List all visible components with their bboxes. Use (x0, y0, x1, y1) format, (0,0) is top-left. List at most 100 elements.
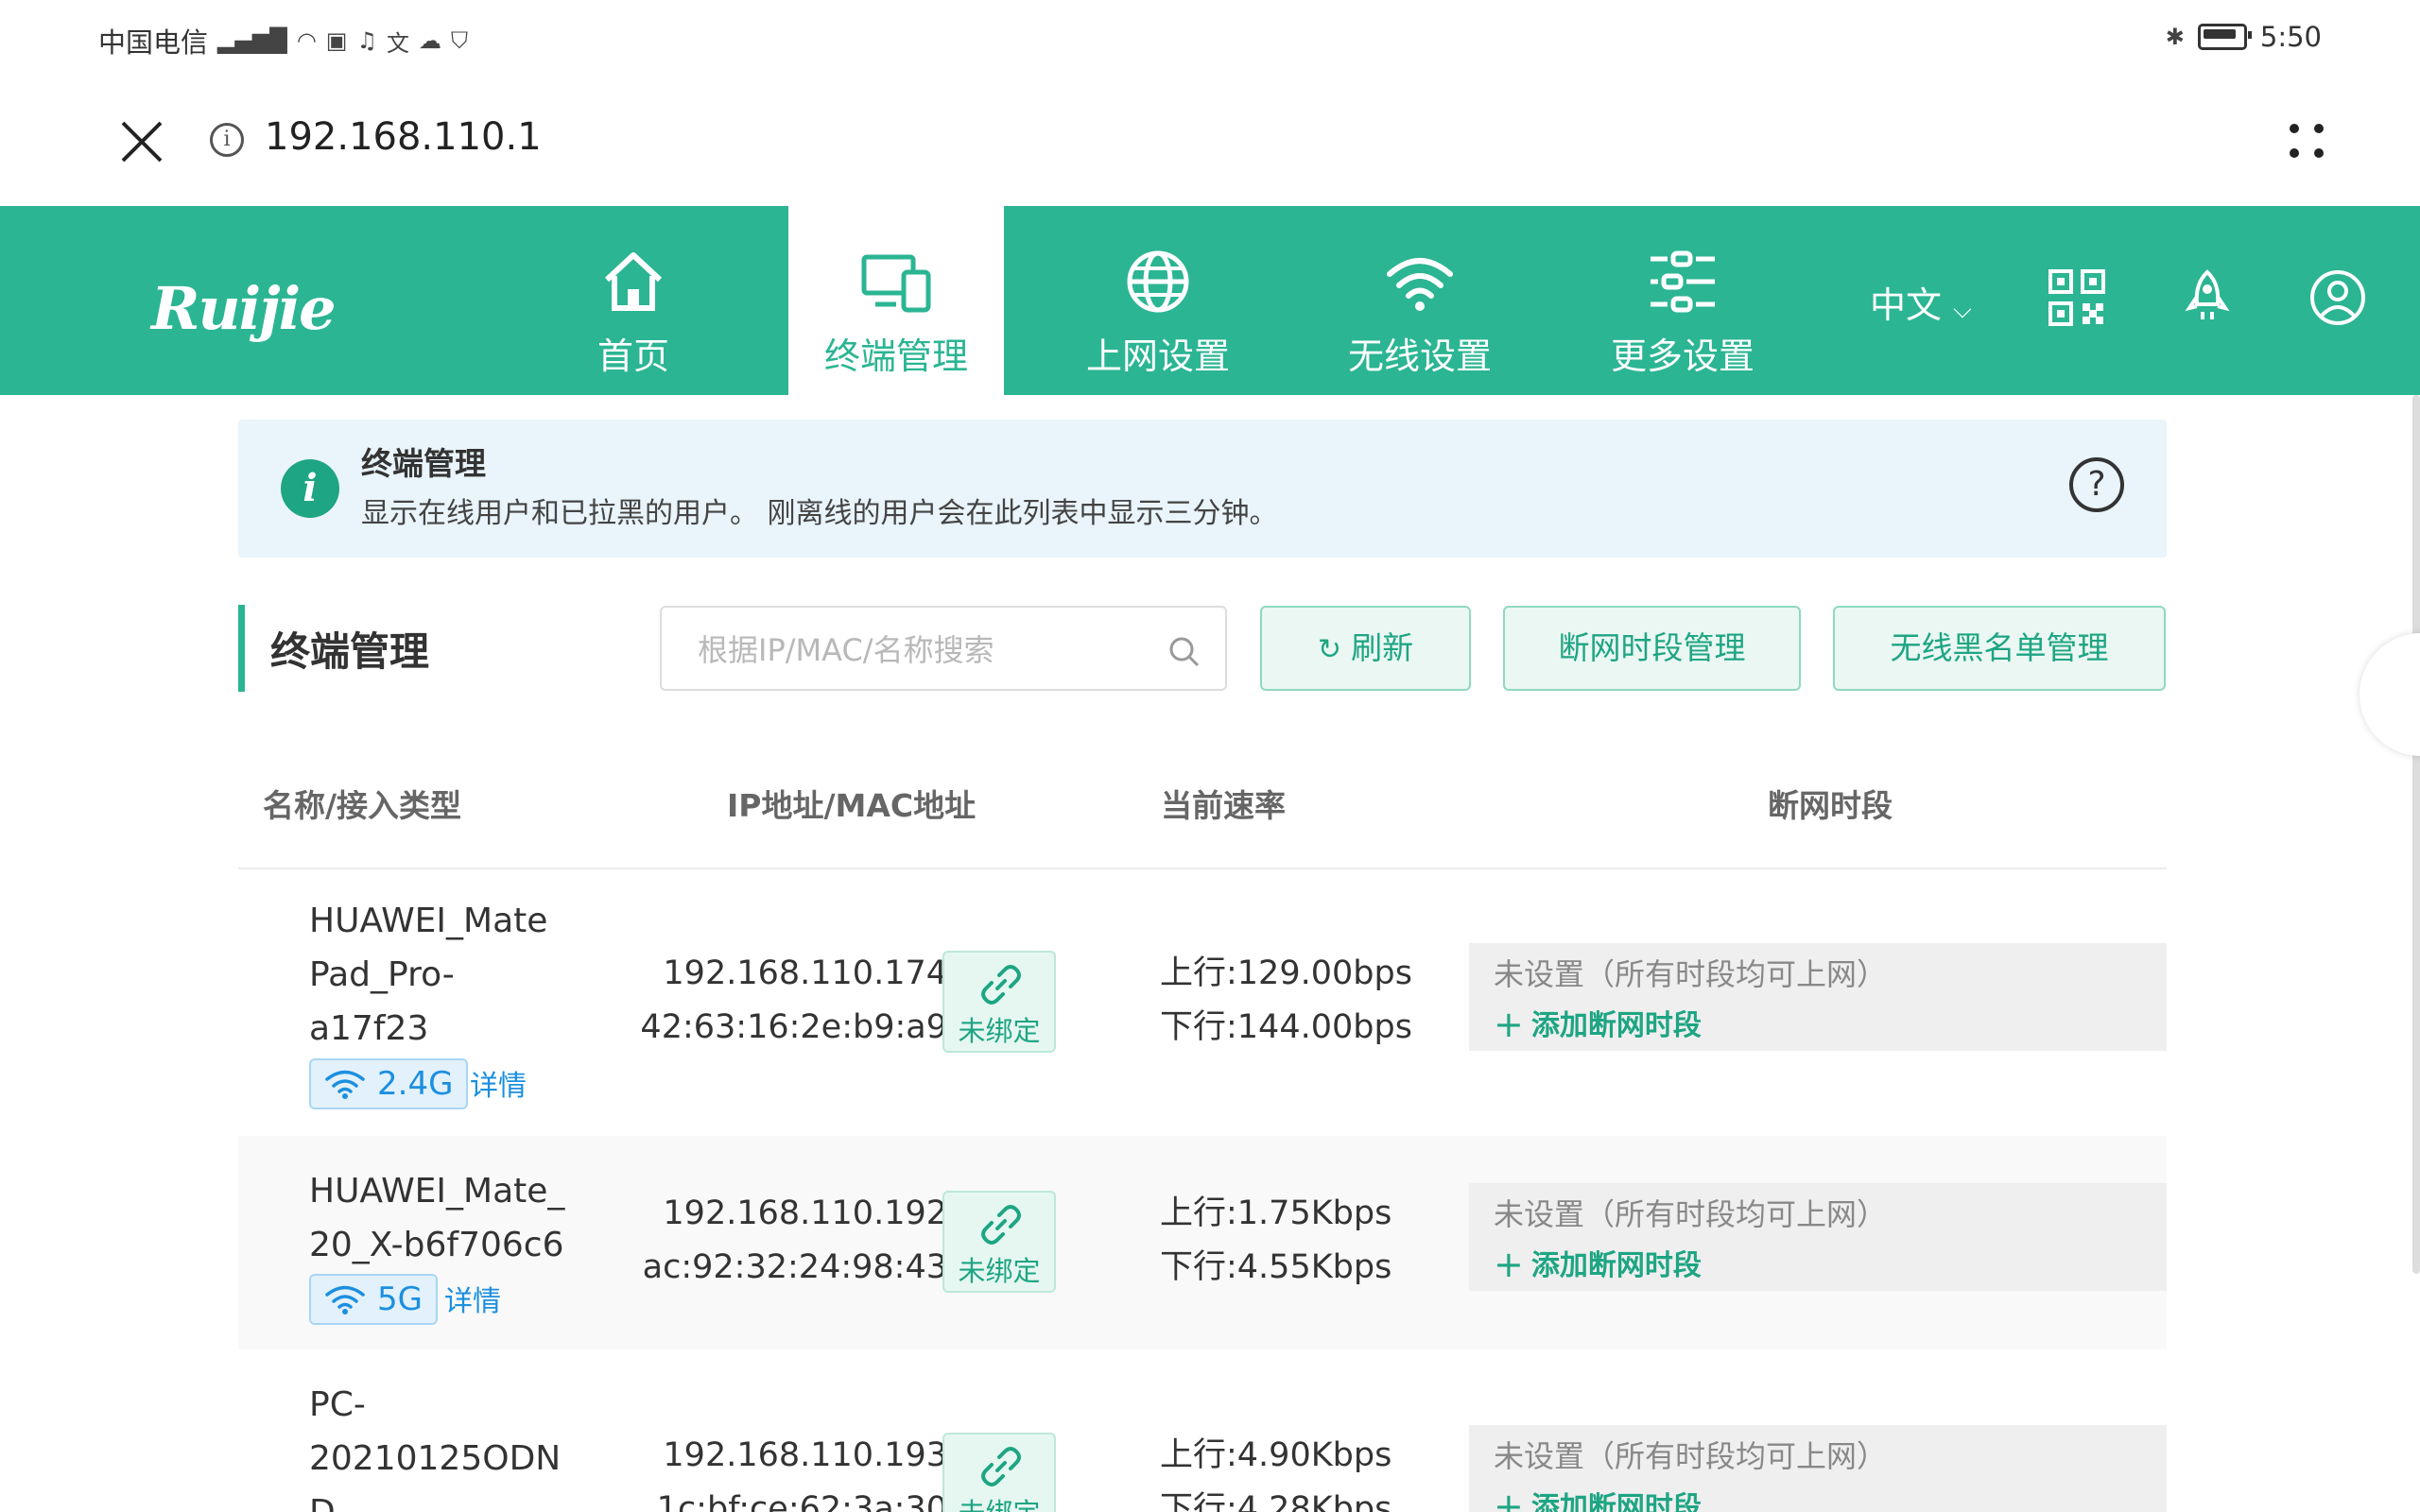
period-status: 未设置（所有时段均可上网） (1494, 1438, 1888, 1474)
add-period-button[interactable]: + 添加断网时段 (1494, 1484, 1702, 1512)
more-menu-button[interactable] (2284, 118, 2331, 165)
add-period-button[interactable]: + 添加断网时段 (1494, 1002, 1702, 1045)
detail-link[interactable]: 详情 (470, 1062, 527, 1104)
bind-status: 未绑定 (944, 1491, 1054, 1512)
ip-address: 192.168.110.192 (663, 1194, 947, 1232)
download-rate: 下行:4.28Kbps (1160, 1490, 1392, 1512)
floating-assistant-button[interactable] (2360, 633, 2420, 756)
ip-mac: 192.168.110.174 42:63:16:2e:b9:a9 (640, 947, 947, 1055)
bind-button[interactable]: 未绑定 (942, 1191, 1056, 1293)
music-icon: ♫ (356, 27, 377, 54)
devices-icon (861, 254, 931, 313)
bind-status: 未绑定 (958, 1015, 1041, 1047)
device-name: HUAWEI_Mate_ 20_X-b6f706c6 (309, 1164, 564, 1272)
device-name-line: a17f23 (309, 1009, 429, 1048)
nav-internet-label: 上网设置 (1085, 335, 1230, 377)
nav-wireless[interactable]: 无线设置 (1325, 206, 1514, 395)
refresh-button[interactable]: ↻ 刷新 (1260, 606, 1471, 691)
period-status: 未设置（所有时段均可上网） (1494, 1196, 1888, 1232)
current-rate: 上行:4.90Kbps 下行:4.28Kbps (1160, 1429, 1392, 1512)
band-label: 2.4G (377, 1065, 454, 1103)
ruijie-logo: Ruijie (151, 274, 337, 343)
download-rate: 下行:4.55Kbps (1160, 1248, 1392, 1286)
wifi-status-icon: ◠ (296, 27, 317, 54)
detail-link[interactable]: 详情 (444, 1278, 501, 1319)
column-header-rate: 当前速率 (1161, 787, 1286, 824)
search-input[interactable] (696, 625, 1153, 676)
url-text[interactable]: 192.168.110.1 (265, 115, 542, 159)
period-status: 未设置（所有时段均可上网） (1494, 956, 1888, 992)
refresh-label: 刷新 (1351, 629, 1414, 666)
band-badge: 2.4G (309, 1058, 469, 1109)
schedule-label: 断网时段管理 (1558, 629, 1746, 666)
bind-status: 未绑定 (958, 1255, 1041, 1287)
add-period-button[interactable]: + 添加断网时段 (1494, 1242, 1702, 1285)
status-right: ✱ 5:50 (2166, 21, 2322, 53)
nav-home[interactable]: 首页 (544, 206, 723, 395)
language-selector[interactable]: 中文 ⌵ (1870, 276, 1972, 328)
search-icon[interactable] (1167, 634, 1201, 668)
browser-url-bar: i 192.168.110.1 (0, 76, 2420, 206)
upload-rate: 上行:4.90Kbps (1160, 1436, 1392, 1474)
battery-icon (2197, 24, 2252, 50)
band-badge: 5G (309, 1274, 438, 1325)
close-button[interactable] (113, 113, 170, 170)
status-left: 中国电信 ▂▄▆█ ◠ ▣ ♫ 文 ☁ ⛉ (98, 21, 468, 60)
current-rate: 上行:129.00bps 下行:144.00bps (1160, 947, 1412, 1055)
search-field[interactable] (660, 606, 1227, 691)
bluetooth-icon: ✱ (2165, 24, 2185, 50)
column-header-ip: IP地址/MAC地址 (727, 787, 977, 824)
plus-icon: + (1494, 1486, 1524, 1512)
device-name-line: HUAWEI_Mate (309, 902, 548, 940)
device-name: HUAWEI_Mate Pad_Pro- a17f23 (309, 894, 547, 1056)
nav-more-settings[interactable]: 更多设置 (1588, 206, 1777, 395)
plus-icon: + (1494, 1004, 1524, 1045)
clock: 5:50 (2259, 21, 2322, 53)
nav-internet[interactable]: 上网设置 (1063, 206, 1253, 395)
app-notification-icon: ▣ (325, 27, 348, 54)
mac-address: 1c:bf:ce:62:3a:30 (656, 1490, 947, 1512)
page-scrollbar[interactable] (2412, 395, 2420, 1274)
home-icon (604, 252, 663, 311)
nav-devices-label: 终端管理 (823, 335, 968, 377)
help-icon[interactable]: ? (2069, 457, 2124, 512)
device-name-line: D (309, 1486, 561, 1512)
band-label: 5G (377, 1280, 423, 1318)
section-title: 终端管理 (270, 628, 430, 675)
refresh-icon: ↻ (1317, 633, 1342, 666)
ip-address: 192.168.110.193 (663, 1436, 947, 1474)
disconnect-period: 未设置（所有时段均可上网） + 添加断网时段 (1469, 1425, 2167, 1512)
nav-devices[interactable]: 终端管理 (788, 206, 1004, 395)
carrier-label: 中国电信 (98, 26, 209, 59)
close-icon (121, 121, 163, 163)
wifi-icon (325, 1285, 365, 1314)
top-navigation: Ruijie 首页 终端管理 上网设置 无线设置 更多设置 中文 ⌵ (0, 206, 2420, 395)
site-info-icon[interactable]: i (210, 123, 244, 157)
banner-description: 显示在线用户和已拉黑的用户。 刚离线的用户会在此列表中显示三分钟。 (361, 497, 1278, 530)
wireless-blacklist-button[interactable]: 无线黑名单管理 (1833, 606, 2166, 691)
rocket-icon[interactable] (2178, 268, 2237, 327)
mac-address: 42:63:16:2e:b9:a9 (640, 1008, 947, 1046)
device-name: PC- 20210125ODN D (309, 1378, 561, 1512)
add-period-label: 添加断网时段 (1530, 1491, 1702, 1512)
mac-address: ac:92:32:24:98:43 (642, 1248, 947, 1286)
user-account-icon[interactable] (2308, 268, 2367, 327)
banner-title: 终端管理 (361, 445, 486, 482)
schedule-management-button[interactable]: 断网时段管理 (1503, 606, 1801, 691)
qr-code-icon[interactable] (2048, 268, 2106, 327)
link-icon (981, 965, 1021, 1005)
current-rate: 上行:1.75Kbps 下行:4.55Kbps (1160, 1187, 1392, 1295)
download-rate: 下行:144.00bps (1160, 1008, 1412, 1046)
translate-icon: 文 (387, 29, 409, 57)
device-name-line: Pad_Pro- (309, 955, 455, 994)
bind-button[interactable]: 未绑定 (942, 951, 1056, 1053)
upload-rate: 上行:1.75Kbps (1160, 1194, 1392, 1232)
upload-rate: 上行:129.00bps (1160, 954, 1412, 992)
table-row: HUAWEI_Mate Pad_Pro- a17f23 2.4G 详情 192.… (238, 869, 2167, 1134)
nav-home-label: 首页 (596, 335, 669, 377)
bind-button[interactable]: 未绑定 (942, 1433, 1056, 1512)
device-name-line: HUAWEI_Mate_ (309, 1172, 565, 1211)
nav-more-settings-label: 更多设置 (1610, 335, 1754, 377)
nav-wireless-label: 无线设置 (1347, 335, 1492, 377)
add-period-label: 添加断网时段 (1530, 1009, 1702, 1042)
